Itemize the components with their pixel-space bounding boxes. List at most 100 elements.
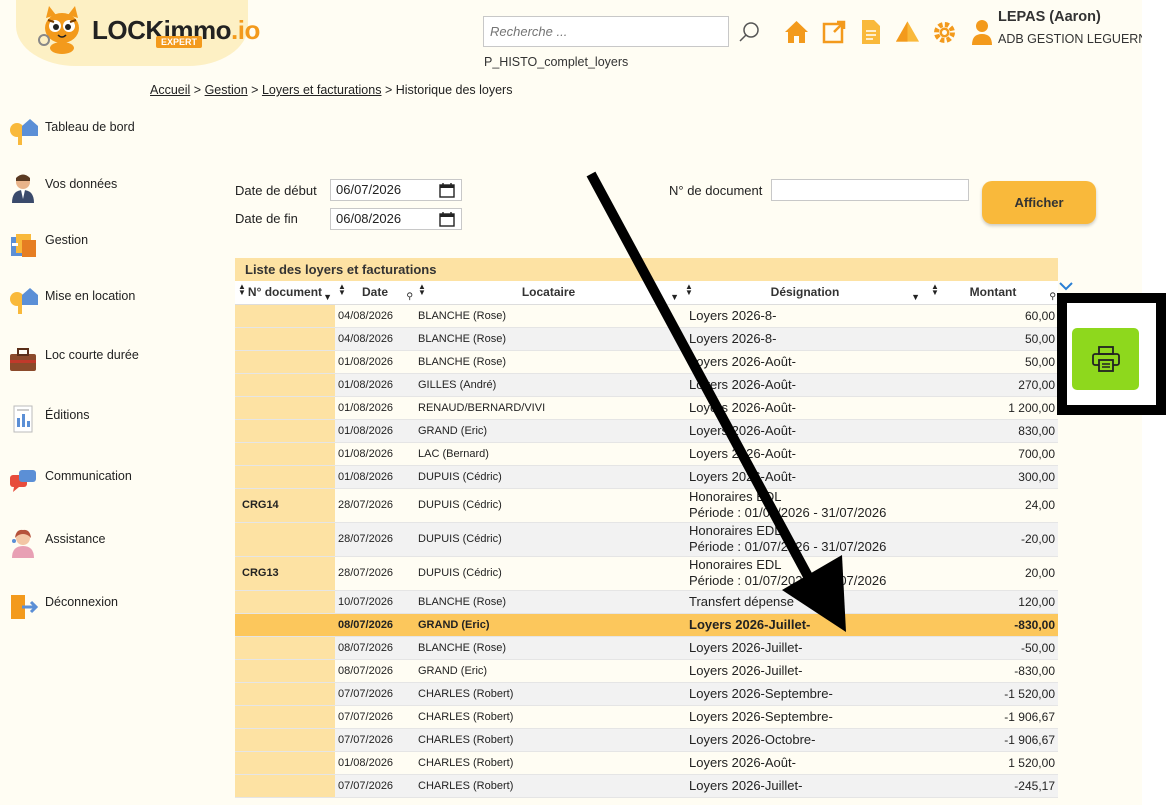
column-header-locataire[interactable]: ▲ ▼ Locataire ▼	[415, 281, 682, 305]
table-row[interactable]: 01/08/2026 LAC (Bernard) Loyers 2026-Août-…	[235, 442, 1058, 466]
table-row[interactable]: 10/07/2026 BLANCHE (Rose) Transfert dépens…	[235, 590, 1058, 614]
table-row[interactable]: 07/07/2026 CHARLES (Robert) Loyers 2026-Se…	[235, 705, 1058, 729]
filter-icon[interactable]: ▼	[670, 292, 679, 302]
table-row[interactable]: 04/08/2026 BLANCHE (Rose) Loyers 2026-8- 60…	[235, 304, 1058, 328]
cell-locataire: GRAND (Eric)	[415, 659, 682, 683]
column-header-montant[interactable]: ▲ ▼ Montant ⚲	[928, 281, 1058, 305]
filter-icon[interactable]: ▼	[323, 292, 332, 302]
document-icon[interactable]	[858, 18, 883, 46]
table-row[interactable]: 08/07/2026 GRAND (Eric) Loyers 2026-Juille…	[235, 613, 1058, 637]
table-row[interactable]: 01/08/2026 GILLES (André) Loyers 2026-Août…	[235, 373, 1058, 397]
breadcrumb-link-loyers[interactable]: Loyers et facturations	[262, 83, 382, 97]
cell-montant: -1 520,00	[928, 682, 1058, 706]
sidebar-item-communication[interactable]: Communication	[8, 465, 158, 495]
table-row[interactable]: 01/08/2026 BLANCHE (Rose) Loyers 2026-Août…	[235, 350, 1058, 374]
cell-montant: 24,00	[928, 488, 1058, 523]
table-row[interactable]: 01/08/2026 GRAND (Eric) Loyers 2026-Août- 8…	[235, 419, 1058, 443]
cell-montant: 60,00	[928, 304, 1058, 328]
home-icon[interactable]	[784, 18, 809, 46]
table-row[interactable]: 07/07/2026 CHARLES (Robert) Loyers 2026-Se…	[235, 682, 1058, 706]
key-house-icon	[10, 288, 38, 314]
sort-icon[interactable]: ▲ ▼	[685, 283, 693, 297]
cell-document	[235, 304, 335, 328]
suitcase-icon	[10, 348, 36, 371]
table-row[interactable]: 28/07/2026 DUPUIS (Cédric) Honoraires EDL P…	[235, 522, 1058, 557]
sidebar-item-loc-courte-duree[interactable]: Loc courte durée	[8, 344, 158, 374]
table-row[interactable]: 07/07/2026 CHARLES (Robert) Loyers 2026-Ju…	[235, 774, 1058, 798]
cell-date: 07/07/2026	[335, 728, 415, 752]
cell-montant: 300,00	[928, 465, 1058, 489]
cell-montant: 20,00	[928, 556, 1058, 591]
cell-date: 28/07/2026	[335, 488, 415, 523]
designation-line: Honoraires EDL	[689, 557, 782, 572]
table-row[interactable]: CRG14 28/07/2026 DUPUIS (Cédric) Honoraires…	[235, 488, 1058, 523]
chevron-down-icon[interactable]	[1059, 281, 1073, 291]
cell-locataire: BLANCHE (Rose)	[415, 636, 682, 660]
cell-date: 04/08/2026	[335, 327, 415, 351]
breadcrumb: Accueil > Gestion > Loyers et facturatio…	[150, 83, 512, 97]
sidebar-item-mise-en-location[interactable]: Mise en location	[8, 285, 158, 315]
sidebar-item-vos-donnees[interactable]: Vos données	[8, 173, 158, 203]
table-row[interactable]: CRG13 28/07/2026 DUPUIS (Cédric) Honoraires…	[235, 556, 1058, 591]
cell-montant: -1 906,67	[928, 728, 1058, 752]
breadcrumb-link-accueil[interactable]: Accueil	[150, 83, 190, 97]
calendar-icon[interactable]	[439, 183, 455, 198]
sort-icon[interactable]: ▲ ▼	[238, 283, 246, 297]
cell-locataire: CHARLES (Robert)	[415, 774, 682, 798]
calendar-icon[interactable]	[439, 212, 455, 227]
logout-door-icon	[11, 595, 38, 619]
search-input[interactable]	[483, 16, 729, 47]
user-name[interactable]: LEPAS (Aaron)	[998, 9, 1101, 25]
sort-icon[interactable]: ▲ ▼	[338, 283, 346, 297]
search-icon[interactable]	[738, 21, 760, 43]
cell-montant: 1 520,00	[928, 751, 1058, 775]
app-logo[interactable]: LOCKimmo.io	[36, 6, 260, 54]
table-row[interactable]: 08/07/2026 BLANCHE (Rose) Loyers 2026-Juil…	[235, 636, 1058, 660]
cell-date: 01/08/2026	[335, 419, 415, 443]
cell-designation: Loyers 2026-Juillet-	[682, 774, 928, 798]
table-row[interactable]: 01/08/2026 DUPUIS (Cédric) Loyers 2026-Aoû…	[235, 465, 1058, 489]
table-row[interactable]: 04/08/2026 BLANCHE (Rose) Loyers 2026-8- 50…	[235, 327, 1058, 351]
breadcrumb-link-gestion[interactable]: Gestion	[205, 83, 248, 97]
filter-icon[interactable]: ▼	[911, 292, 920, 302]
sidebar-item-gestion[interactable]: Gestion	[8, 229, 158, 259]
document-number-field[interactable]	[771, 179, 969, 201]
cell-document	[235, 465, 335, 489]
external-link-icon[interactable]	[821, 18, 846, 46]
sidebar-item-tableau-de-bord[interactable]: Tableau de bord	[8, 116, 158, 146]
cell-locataire: BLANCHE (Rose)	[415, 327, 682, 351]
cell-document	[235, 728, 335, 752]
sort-icon[interactable]: ▲ ▼	[931, 283, 939, 297]
sort-icon[interactable]: ▲ ▼	[418, 283, 426, 297]
cell-document	[235, 522, 335, 557]
settings-gear-icon[interactable]	[932, 18, 957, 46]
sidebar-item-editions[interactable]: Éditions	[8, 404, 158, 434]
cell-document	[235, 327, 335, 351]
cell-date: 08/07/2026	[335, 659, 415, 683]
table-row[interactable]: 01/08/2026 RENAUD/BERNARD/VIVI Loyers 2026…	[235, 396, 1058, 420]
sidebar-item-assistance[interactable]: Assistance	[8, 528, 158, 558]
cell-designation: Loyers 2026-Août-	[682, 465, 928, 489]
cell-locataire: GILLES (André)	[415, 373, 682, 397]
user-icon[interactable]	[969, 18, 994, 46]
afficher-button[interactable]: Afficher	[982, 181, 1096, 224]
sidebar-item-deconnexion[interactable]: Déconnexion	[8, 591, 158, 621]
cell-montant: -830,00	[928, 659, 1058, 683]
table-row[interactable]: 01/08/2026 CHARLES (Robert) Loyers 2026-Ao…	[235, 751, 1058, 775]
column-header-date[interactable]: ▲ ▼ Date ⚲	[335, 281, 415, 305]
end-date-field[interactable]: 06/08/2026	[330, 208, 462, 230]
magnifier-icon[interactable]: ⚲	[1049, 291, 1056, 302]
cell-montant: 1 200,00	[928, 396, 1058, 420]
column-header-document[interactable]: ▲ ▼ N° document ▼	[235, 281, 335, 305]
table-row[interactable]: 07/07/2026 CHARLES (Robert) Loyers 2026-Oc…	[235, 728, 1058, 752]
table-row[interactable]: 08/07/2026 GRAND (Eric) Loyers 2026-Juille…	[235, 659, 1058, 683]
print-button[interactable]	[1072, 328, 1139, 390]
cell-designation: Loyers 2026-Août-	[682, 396, 928, 420]
magnifier-icon[interactable]: ⚲	[406, 291, 413, 302]
breadcrumb-separator: >	[384, 83, 393, 97]
start-date-field[interactable]: 06/07/2026	[330, 179, 462, 201]
drive-icon[interactable]	[895, 18, 920, 46]
cell-montant: 830,00	[928, 419, 1058, 443]
column-header-designation[interactable]: ▲ ▼ Désignation ▼	[682, 281, 928, 305]
designation-line: Honoraires EDL	[689, 489, 782, 504]
